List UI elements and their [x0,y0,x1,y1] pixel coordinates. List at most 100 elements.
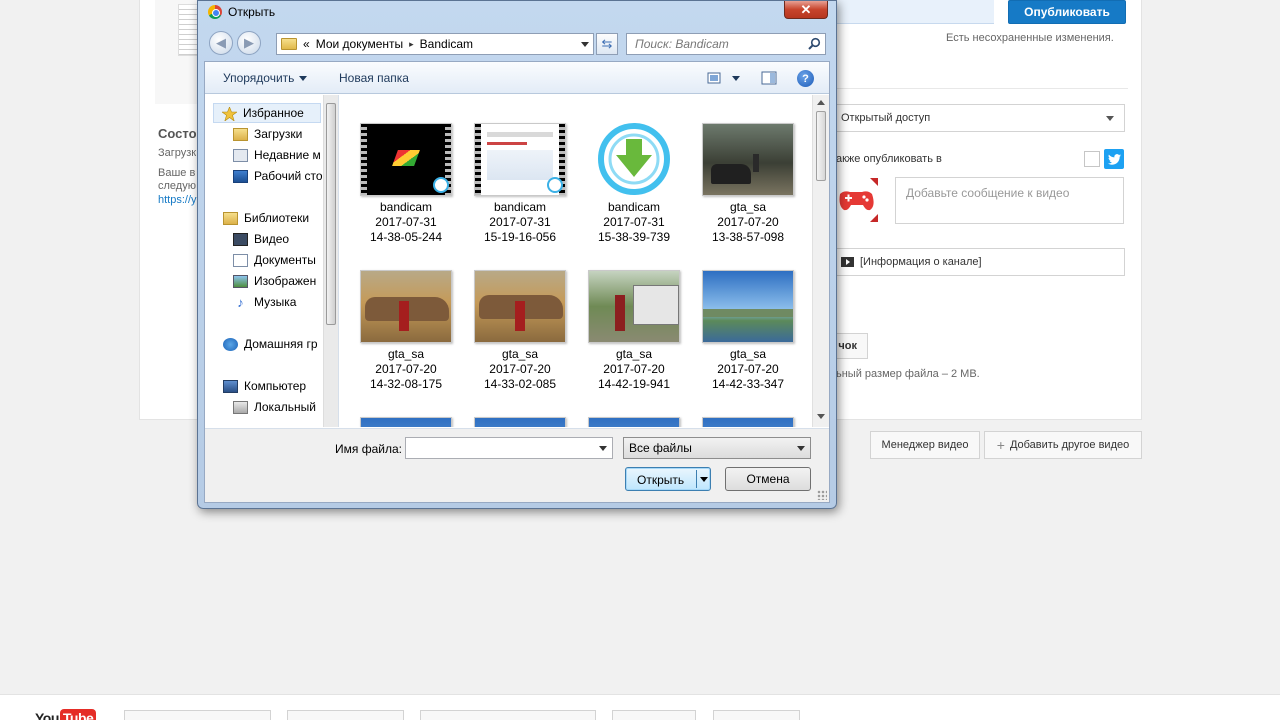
channel-info-label: [Информация о канале] [860,256,982,268]
nav-desktop[interactable]: Рабочий сто [233,169,323,183]
nav-libraries[interactable]: Библиотеки [223,211,309,225]
file-list: bandicam 2017-07-31 14-38-05-244 bandica… [340,95,812,427]
cancel-button[interactable]: Отмена [725,467,811,491]
nav-computer[interactable]: Компьютер [223,379,306,393]
chevron-down-icon[interactable] [581,42,589,47]
privacy-select[interactable]: Открытый доступ [836,104,1125,132]
film-icon [233,232,248,246]
open-button[interactable]: Открыть [625,467,711,491]
back-button[interactable]: ◀ [209,31,233,55]
file-time: 14-32-08-175 [369,377,443,391]
scroll-up-icon[interactable] [817,100,825,105]
downloads-folder-icon [233,127,248,141]
youtube-logo[interactable]: You Tube [35,709,97,720]
channel-info-row[interactable]: [Информация о канале] [836,248,1125,276]
bandicam-logo-icon [588,123,680,196]
organize-menu[interactable]: Упорядочить [223,71,308,85]
footer-country-button[interactable] [287,710,404,720]
publish-button[interactable]: Опубликовать [1008,0,1126,24]
video-manager-button[interactable]: Менеджер видео [870,431,980,459]
chevron-down-icon [299,76,308,82]
file-item[interactable] [579,417,689,427]
file-date: 2017-07-20 [375,362,437,376]
nav-video[interactable]: Видео [233,232,289,246]
chevron-down-icon[interactable] [599,446,607,451]
video-icon [841,257,854,267]
nav-recent[interactable]: Недавние м [233,148,321,162]
video-url-link[interactable]: https://y [158,194,197,206]
filename-label: Имя файла: [335,442,402,456]
bandicam-badge-icon [433,177,449,193]
file-item[interactable] [465,417,575,427]
nav-scrollbar[interactable] [323,95,338,427]
file-type-select[interactable]: Все файлы [623,437,811,459]
file-item[interactable]: bandicam 2017-07-31 15-38-39-739 [579,123,689,245]
view-options-button[interactable] [731,70,747,86]
nav-scrollbar-thumb[interactable] [326,103,336,325]
gamepad-icon [836,178,878,222]
twitter-icon[interactable] [1104,149,1124,169]
twitter-checkbox[interactable] [1084,151,1100,167]
privacy-value: Открытый доступ [841,112,931,124]
breadcrumb-bandicam[interactable]: Bandicam [420,37,473,51]
drive-icon [233,400,248,414]
add-video-button[interactable]: + Добавить другое видео [984,431,1142,459]
file-item[interactable]: gta_sa 2017-07-20 13-38-57-098 [693,123,803,245]
nav-images-label: Изображен [254,274,317,288]
nav-homegroup[interactable]: Домашняя гр [223,337,318,351]
file-list-scrollbar-thumb[interactable] [816,111,826,181]
footer-safety-button[interactable] [420,710,596,720]
nav-favorites[interactable]: Избранное [213,103,321,123]
breadcrumb-separator[interactable]: ▸ [409,39,414,50]
file-time: 15-38-39-739 [597,230,671,244]
file-item[interactable]: gta_sa 2017-07-20 14-42-33-347 [693,270,803,392]
nav-local-disk[interactable]: Локальный [233,400,316,414]
file-list-scrollbar[interactable] [812,95,829,427]
status-line-upload: Загрузк [158,147,197,159]
view-icon[interactable] [707,70,723,86]
filename-input[interactable] [405,437,613,459]
nav-libraries-label: Библиотеки [244,211,310,225]
file-item[interactable] [693,417,803,427]
address-bar[interactable]: « Мои документы ▸ Bandicam [276,33,594,55]
resize-grip[interactable] [817,490,827,500]
nav-downloads[interactable]: Загрузки [233,127,302,141]
help-icon[interactable]: ? [797,70,814,87]
footer-language-button[interactable] [124,710,271,720]
file-item[interactable]: gta_sa 2017-07-20 14-32-08-175 [351,270,461,392]
plus-icon: + [996,437,1005,453]
message-textarea[interactable]: Добавьте сообщение к видео [895,177,1124,224]
file-name: gta_sa [729,200,767,214]
footer-history-button[interactable] [612,710,696,720]
file-item[interactable]: bandicam 2017-07-31 14-38-05-244 [351,123,461,245]
nav-images[interactable]: Изображен [233,274,316,288]
address-prefix[interactable]: « [303,37,310,51]
also-publish-label: акже опубликовать в [836,153,942,165]
footer-help-button[interactable] [713,710,800,720]
file-item[interactable]: bandicam 2017-07-31 15-19-16-056 [465,123,575,245]
search-input[interactable]: Поиск: Bandicam [626,33,826,55]
chevron-down-icon[interactable] [700,477,708,482]
file-time: 13-38-57-098 [711,230,785,244]
nav-homegroup-label: Домашняя гр [244,337,318,351]
dialog-content: Упорядочить Новая папка ? Избранное Загр… [204,61,830,503]
close-button[interactable]: ✕ [784,1,828,19]
file-time: 14-42-33-347 [711,377,785,391]
nav-documents[interactable]: Документы [233,253,316,267]
scroll-down-icon[interactable] [817,414,825,419]
nav-music-label: Музыка [254,295,297,309]
file-item[interactable]: gta_sa 2017-07-20 14-42-19-941 [579,270,689,392]
file-name: bandicam [607,200,661,214]
navigation-pane: Избранное Загрузки Недавние м Рабочий ст… [205,95,339,427]
star-icon [221,105,238,122]
nav-music[interactable]: ♪ Музыка [233,295,296,309]
refresh-button[interactable]: ⇆ [596,33,618,55]
new-folder-button[interactable]: Новая папка [339,71,409,85]
preview-pane-icon[interactable] [761,70,777,86]
file-item[interactable] [351,417,461,427]
file-item[interactable]: gta_sa 2017-07-20 14-33-02-085 [465,270,575,392]
forward-button[interactable]: ▶ [237,31,261,55]
dialog-title-bar[interactable]: Открыть [208,5,275,19]
breadcrumb-my-documents[interactable]: Мои документы [316,37,403,51]
arrow-left-icon: ◀ [216,35,226,50]
